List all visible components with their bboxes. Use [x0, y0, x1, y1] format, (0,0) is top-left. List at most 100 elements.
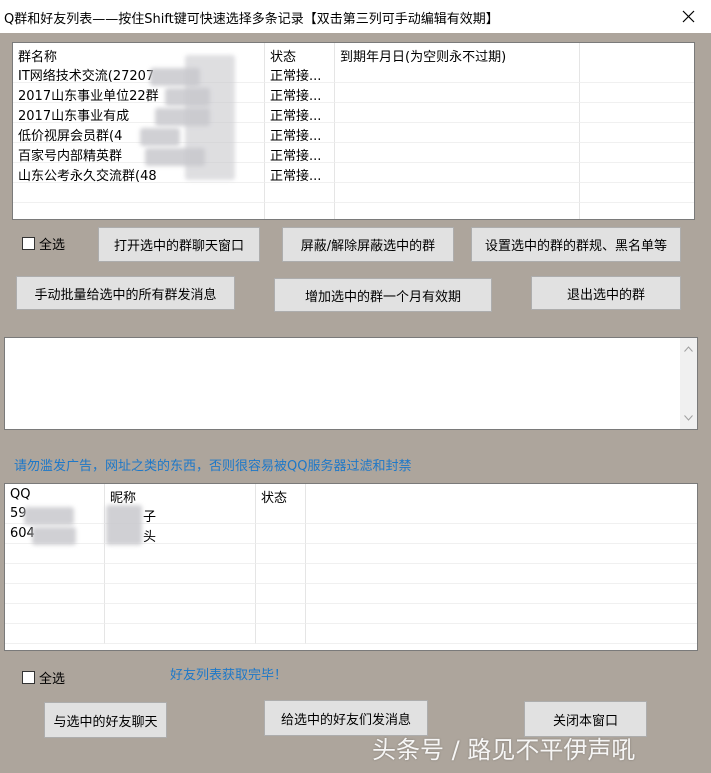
friend-row[interactable]	[5, 604, 697, 624]
scroll-up-icon[interactable]	[684, 346, 693, 352]
toggle-block-group-button[interactable]: 屏蔽/解除屏蔽选中的群	[282, 227, 454, 262]
warning-notice: 请勿滥发广告，网址之类的东西，否则很容易被QQ服务器过滤和封禁	[14, 459, 412, 474]
group-cell-expiry[interactable]	[335, 63, 580, 83]
group-cell-expiry[interactable]	[335, 123, 580, 143]
group-cell-status	[265, 203, 335, 219]
window-title: Q群和好友列表——按住Shift键可快速选择多条记录【双击第三列可手动编辑有效期…	[4, 12, 499, 27]
group-cell-status	[265, 183, 335, 203]
group-cell-expiry[interactable]	[335, 183, 580, 203]
chat-with-friend-button[interactable]: 与选中的好友聊天	[44, 702, 167, 738]
group-cell-expiry[interactable]	[335, 83, 580, 103]
group-cell-name	[13, 183, 265, 203]
group-cell-status: 正常接...	[265, 63, 335, 83]
redaction-blur	[24, 507, 74, 525]
group-cell-status: 正常接...	[265, 123, 335, 143]
friend-cell-nick	[105, 584, 256, 604]
friend-cell-nick	[105, 544, 256, 564]
friend-cell-status	[256, 504, 306, 524]
group-cell-status: 正常接...	[265, 103, 335, 123]
friend-cell-status	[256, 624, 306, 644]
friend-list-header: QQ 昵称 状态	[5, 484, 697, 504]
friend-cell-qq	[5, 564, 105, 584]
group-cell-status: 正常接...	[265, 83, 335, 103]
group-row[interactable]: 低价视屏会员群(4 正常接...	[13, 123, 694, 143]
friend-cell-qq	[5, 544, 105, 564]
group-cell-status: 正常接...	[265, 143, 335, 163]
group-cell-filler	[580, 83, 694, 103]
friend-cell-nick	[105, 564, 256, 584]
group-row[interactable]: 山东公考永久交流群(48 正常接...	[13, 163, 694, 183]
friend-select-all-label: 全选	[39, 672, 66, 687]
group-cell-expiry[interactable]	[335, 143, 580, 163]
group-cell-name	[13, 203, 265, 219]
friend-list-status: 好友列表获取完毕！	[170, 668, 288, 683]
friend-cell-nick	[105, 624, 256, 644]
group-cell-filler	[580, 183, 694, 203]
friend-cell-qq	[5, 604, 105, 624]
group-cell-expiry[interactable]	[335, 203, 580, 219]
checkbox-box	[22, 237, 35, 250]
redaction-blur	[32, 527, 76, 545]
add-month-validity-button[interactable]: 增加选中的群一个月有效期	[274, 278, 492, 312]
column-header-status[interactable]: 状态	[265, 43, 335, 63]
group-select-all-label: 全选	[39, 238, 66, 253]
group-row[interactable]	[13, 183, 694, 203]
friend-cell-status	[256, 544, 306, 564]
friend-row[interactable]	[5, 564, 697, 584]
group-list-header: 群名称 状态 到期年月日(为空则永不过期)	[13, 43, 694, 63]
friend-cell-filler	[306, 604, 697, 624]
friend-cell-nick	[105, 604, 256, 624]
friend-cell-status	[256, 584, 306, 604]
redaction-blur	[140, 128, 180, 146]
friend-row[interactable]	[5, 624, 697, 644]
quit-group-button[interactable]: 退出选中的群	[531, 276, 681, 310]
group-cell-filler	[580, 203, 694, 219]
group-cell-filler	[580, 143, 694, 163]
column-header-qq[interactable]: QQ	[5, 484, 105, 504]
set-group-rules-button[interactable]: 设置选中的群的群规、黑名单等	[471, 227, 681, 262]
group-cell-expiry[interactable]	[335, 103, 580, 123]
column-header-nickname[interactable]: 昵称	[105, 484, 256, 504]
friend-cell-status	[256, 604, 306, 624]
friend-cell-filler	[306, 624, 697, 644]
column-header-expiry[interactable]: 到期年月日(为空则永不过期)	[335, 43, 580, 63]
group-row[interactable]: 2017山东事业单位22群 正常接...	[13, 83, 694, 103]
column-header-friend-status[interactable]: 状态	[256, 484, 306, 504]
message-input[interactable]	[4, 337, 698, 430]
friend-row[interactable]	[5, 544, 697, 564]
friend-cell-filler	[306, 524, 697, 544]
friend-select-all-checkbox[interactable]: 全选	[22, 668, 65, 687]
group-row[interactable]: 百家号内部精英群 正常接...	[13, 143, 694, 163]
friend-cell-status	[256, 564, 306, 584]
group-select-all-checkbox[interactable]: 全选	[22, 234, 65, 253]
friend-cell-filler	[306, 544, 697, 564]
column-header-filler	[580, 43, 694, 63]
group-row[interactable]	[13, 203, 694, 219]
friend-cell-status	[256, 524, 306, 544]
scroll-down-icon[interactable]	[684, 415, 693, 421]
close-window-button[interactable]	[665, 0, 711, 32]
group-cell-expiry[interactable]	[335, 163, 580, 183]
group-cell-status: 正常接...	[265, 163, 335, 183]
redaction-blur	[106, 505, 142, 545]
group-cell-filler	[580, 63, 694, 83]
watermark-text: 头条号 / 路见不平伊声吼	[372, 736, 636, 764]
checkbox-box	[22, 671, 35, 684]
friend-cell-filler	[306, 504, 697, 524]
title-bar: Q群和好友列表——按住Shift键可快速选择多条记录【双击第三列可手动编辑有效期…	[0, 0, 711, 33]
group-listview[interactable]: 群名称 状态 到期年月日(为空则永不过期) IT网络技术交流(27207 正常接.…	[12, 42, 695, 220]
group-cell-filler	[580, 103, 694, 123]
group-row[interactable]: IT网络技术交流(27207 正常接...	[13, 63, 694, 83]
friend-cell-qq	[5, 624, 105, 644]
column-header-filler	[306, 484, 697, 504]
redaction-blur	[185, 55, 235, 180]
group-cell-filler	[580, 163, 694, 183]
open-group-chat-button[interactable]: 打开选中的群聊天窗口	[98, 227, 260, 262]
friend-cell-qq	[5, 584, 105, 604]
friend-cell-filler	[306, 584, 697, 604]
group-row[interactable]: 2017山东事业有成 正常接...	[13, 103, 694, 123]
group-cell-filler	[580, 123, 694, 143]
bulk-message-groups-button[interactable]: 手动批量给选中的所有群发消息	[16, 276, 235, 310]
friend-row[interactable]	[5, 584, 697, 604]
message-scrollbar[interactable]	[680, 338, 697, 429]
